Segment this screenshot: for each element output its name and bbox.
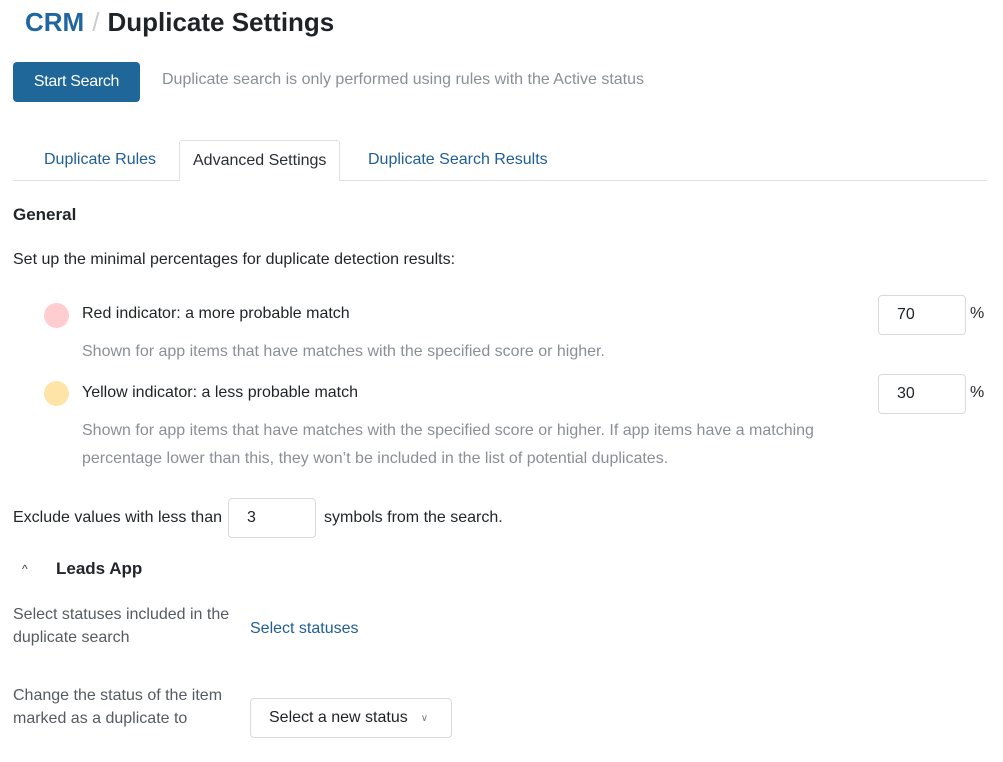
red-percentage-input[interactable] [878, 295, 966, 335]
new-status-select[interactable]: Select a new status ∨ [250, 698, 452, 738]
chevron-down-icon: ∨ [420, 712, 429, 724]
setup-text: Set up the minimal percentages for dupli… [13, 251, 456, 268]
exclude-suffix-text: symbols from the search. [324, 509, 503, 526]
statuses-label: Select statuses included in the duplicat… [13, 606, 230, 646]
chevron-up-icon: ^ [22, 562, 28, 576]
leads-app-title: Leads App [56, 559, 143, 578]
exclude-values-row: Exclude values with less than symbols fr… [13, 498, 503, 538]
red-indicator-description: Shown for app items that have matches wi… [82, 343, 605, 360]
tab-duplicate-search-results[interactable]: Duplicate Search Results [355, 140, 561, 180]
page-title-text: Duplicate Settings [107, 7, 335, 37]
min-symbols-input[interactable] [228, 498, 316, 538]
change-status-label: Change the status of the item marked as … [13, 687, 223, 727]
search-hint: Duplicate search is only performed using… [162, 71, 645, 88]
yellow-indicator-description: Shown for app items that have matches wi… [82, 422, 814, 467]
red-indicator-icon [44, 303, 69, 328]
tab-bar: Duplicate Rules Advanced Settings Duplic… [13, 140, 987, 181]
section-heading-general: General [13, 205, 77, 224]
exclude-prefix-text: Exclude values with less than [13, 509, 222, 526]
yellow-indicator-label: Yellow indicator: a less probable match [82, 384, 359, 401]
yellow-percent-sign: % [970, 384, 985, 401]
red-indicator-label: Red indicator: a more probable match [82, 305, 350, 322]
leads-app-toggle[interactable]: ^ Leads App [22, 559, 142, 579]
start-search-button[interactable]: Start Search [13, 62, 140, 102]
breadcrumb-separator: / [92, 7, 100, 37]
tab-advanced-settings[interactable]: Advanced Settings [179, 140, 341, 181]
select-statuses-link[interactable]: Select statuses [250, 620, 359, 638]
new-status-placeholder: Select a new status [269, 709, 408, 726]
yellow-percentage-input[interactable] [878, 374, 966, 414]
red-percent-sign: % [970, 305, 985, 322]
tab-duplicate-rules[interactable]: Duplicate Rules [31, 140, 169, 180]
yellow-indicator-icon [44, 381, 69, 406]
breadcrumb-crm[interactable]: CRM [25, 7, 84, 37]
page-title: CRM / Duplicate Settings [25, 7, 334, 38]
